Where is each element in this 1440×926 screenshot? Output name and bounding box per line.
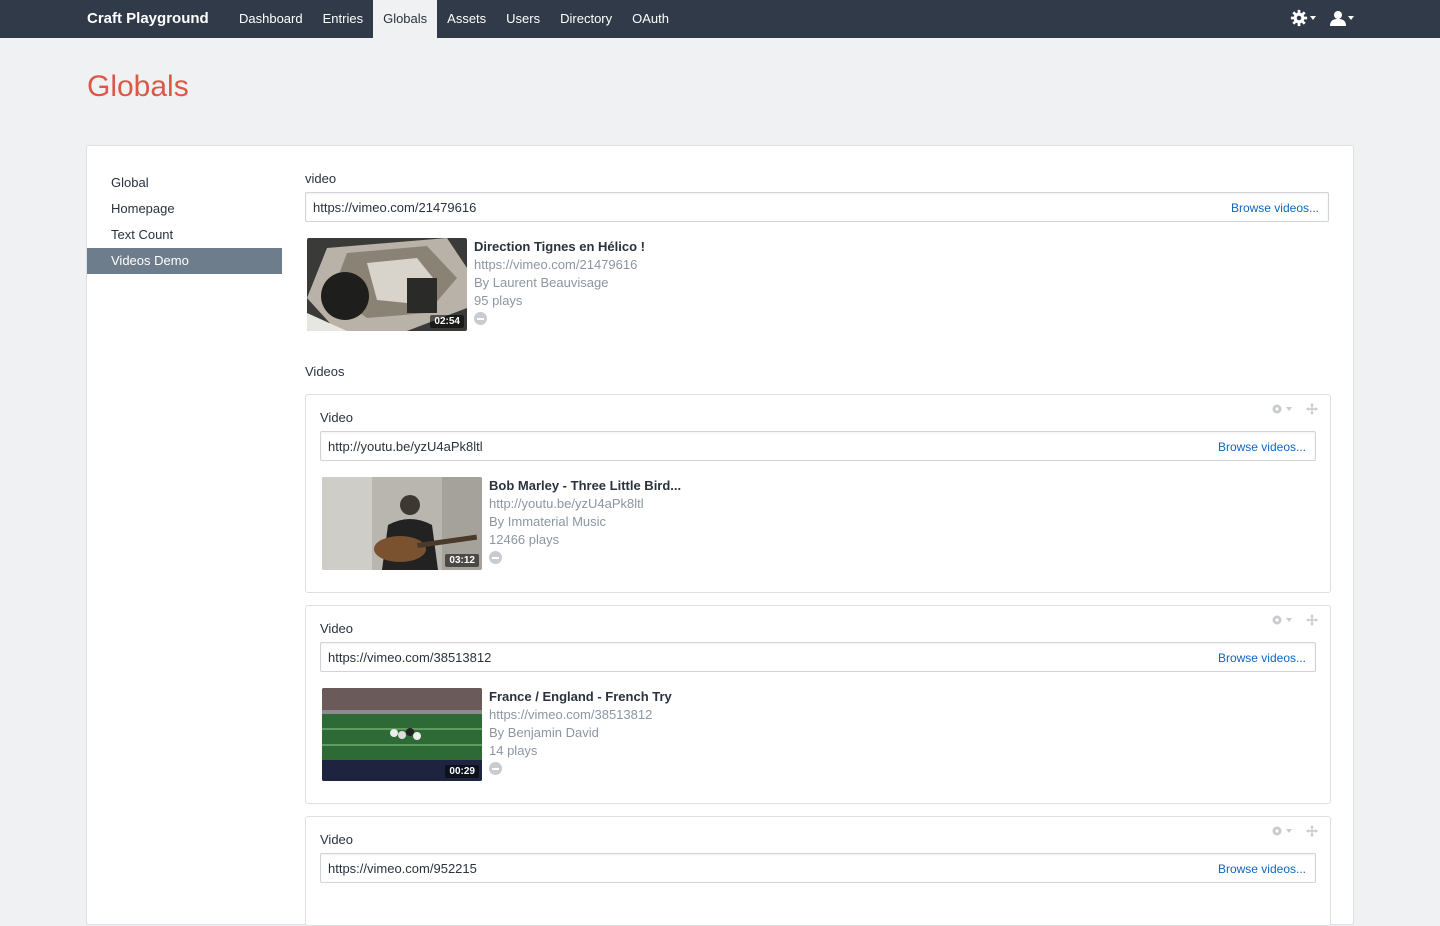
- gear-icon: [1290, 9, 1308, 27]
- block-video-url-input[interactable]: https://vimeo.com/952215 Browse videos..…: [320, 853, 1316, 883]
- video-title: Bob Marley - Three Little Bird...: [489, 478, 682, 493]
- video-url[interactable]: https://vimeo.com/38513812: [489, 706, 672, 724]
- videos-field-label: Videos: [305, 364, 345, 379]
- block-video-label: Video: [320, 410, 354, 425]
- nav-entries[interactable]: Entries: [313, 0, 373, 38]
- video-duration: 00:29: [445, 765, 479, 778]
- video-url-value: http://youtu.be/yzU4aPk8ltl: [328, 439, 483, 454]
- settings-menu-button[interactable]: [1290, 9, 1316, 27]
- video-url-value: https://vimeo.com/38513812: [328, 650, 492, 665]
- sidebar-item-global[interactable]: Global: [87, 170, 282, 196]
- video-url-value: https://vimeo.com/21479616: [313, 200, 477, 215]
- video-thumbnail[interactable]: 03:12: [322, 477, 482, 570]
- video-preview-card: 00:29 France / England - French Try http…: [320, 688, 920, 782]
- video-url[interactable]: http://youtu.be/yzU4aPk8ltl: [489, 495, 681, 513]
- block-tools: [1270, 403, 1318, 415]
- remove-icon[interactable]: [474, 312, 487, 325]
- video-meta: France / England - French Try https://vi…: [489, 688, 672, 775]
- main-nav: Dashboard Entries Globals Assets Users D…: [229, 0, 679, 38]
- remove-icon[interactable]: [489, 551, 502, 564]
- browse-videos-link[interactable]: Browse videos...: [1218, 651, 1306, 665]
- nav-oauth[interactable]: OAuth: [622, 0, 679, 38]
- video-meta: Direction Tignes en Hélico ! https://vim…: [474, 238, 645, 325]
- nav-globals[interactable]: Globals: [373, 0, 438, 38]
- move-icon[interactable]: [1306, 403, 1318, 415]
- settings-icon[interactable]: [1270, 825, 1294, 837]
- sidebar-item-videos-demo[interactable]: Videos Demo: [87, 248, 282, 274]
- sidebar-item-homepage[interactable]: Homepage: [87, 196, 282, 222]
- sidebar-item-text-count[interactable]: Text Count: [87, 222, 282, 248]
- video-title: France / England - French Try: [489, 689, 672, 704]
- video-author: By Immaterial Music: [489, 514, 607, 529]
- block-video-label: Video: [320, 621, 354, 636]
- block-video-url-input[interactable]: https://vimeo.com/38513812 Browse videos…: [320, 642, 1316, 672]
- browse-videos-link[interactable]: Browse videos...: [1218, 440, 1306, 454]
- globals-panel: Global Homepage Text Count Videos Demo v…: [86, 145, 1354, 926]
- chevron-down-icon: [1310, 16, 1316, 20]
- video-preview-card: 02:54 Direction Tignes en Hélico ! https…: [305, 238, 905, 332]
- global-sets-sidebar: Global Homepage Text Count Videos Demo: [87, 170, 282, 274]
- video-url[interactable]: https://vimeo.com/21479616: [474, 256, 645, 274]
- nav-dashboard[interactable]: Dashboard: [229, 0, 313, 38]
- video-plays: 12466 plays: [489, 532, 560, 547]
- matrix-block: Video https://vimeo.com/38513812 Browse …: [305, 605, 1331, 804]
- video-plays: 95 plays: [474, 293, 523, 308]
- settings-icon[interactable]: [1270, 614, 1294, 626]
- page-title: Globals: [87, 70, 189, 103]
- video-field-label: video: [305, 171, 337, 186]
- block-video-url-input[interactable]: http://youtu.be/yzU4aPk8ltl Browse video…: [320, 431, 1316, 461]
- block-video-label: Video: [320, 832, 354, 847]
- move-icon[interactable]: [1306, 825, 1318, 837]
- video-url-value: https://vimeo.com/952215: [328, 861, 477, 876]
- user-menu-button[interactable]: [1330, 9, 1354, 27]
- video-plays: 14 plays: [489, 743, 538, 758]
- matrix-block: Video http://youtu.be/yzU4aPk8ltl Browse…: [305, 394, 1331, 593]
- browse-videos-link[interactable]: Browse videos...: [1218, 862, 1306, 876]
- top-navigation-bar: Craft Playground Dashboard Entries Globa…: [0, 0, 1440, 38]
- remove-icon[interactable]: [489, 762, 502, 775]
- video-title: Direction Tignes en Hélico !: [474, 239, 645, 254]
- site-name[interactable]: Craft Playground: [87, 10, 209, 27]
- nav-directory[interactable]: Directory: [550, 0, 622, 38]
- nav-users[interactable]: Users: [496, 0, 550, 38]
- video-thumbnail[interactable]: 02:54: [307, 238, 467, 331]
- block-tools: [1270, 614, 1318, 626]
- video-meta: Bob Marley - Three Little Bird... http:/…: [489, 477, 681, 564]
- matrix-block: Video https://vimeo.com/952215 Browse vi…: [305, 816, 1331, 926]
- top-right-menu: [1290, 9, 1354, 27]
- block-tools: [1270, 825, 1318, 837]
- video-duration: 03:12: [445, 554, 479, 567]
- move-icon[interactable]: [1306, 614, 1318, 626]
- nav-assets[interactable]: Assets: [437, 0, 496, 38]
- browse-videos-link[interactable]: Browse videos...: [1231, 201, 1319, 215]
- video-thumbnail[interactable]: 00:29: [322, 688, 482, 781]
- chevron-down-icon: [1348, 16, 1354, 20]
- video-duration: 02:54: [430, 315, 464, 328]
- video-url-input[interactable]: https://vimeo.com/21479616 Browse videos…: [305, 192, 1329, 222]
- video-author: By Laurent Beauvisage: [474, 275, 609, 290]
- user-icon: [1330, 11, 1346, 26]
- settings-icon[interactable]: [1270, 403, 1294, 415]
- video-preview-card: 03:12 Bob Marley - Three Little Bird... …: [320, 477, 920, 571]
- video-author: By Benjamin David: [489, 725, 599, 740]
